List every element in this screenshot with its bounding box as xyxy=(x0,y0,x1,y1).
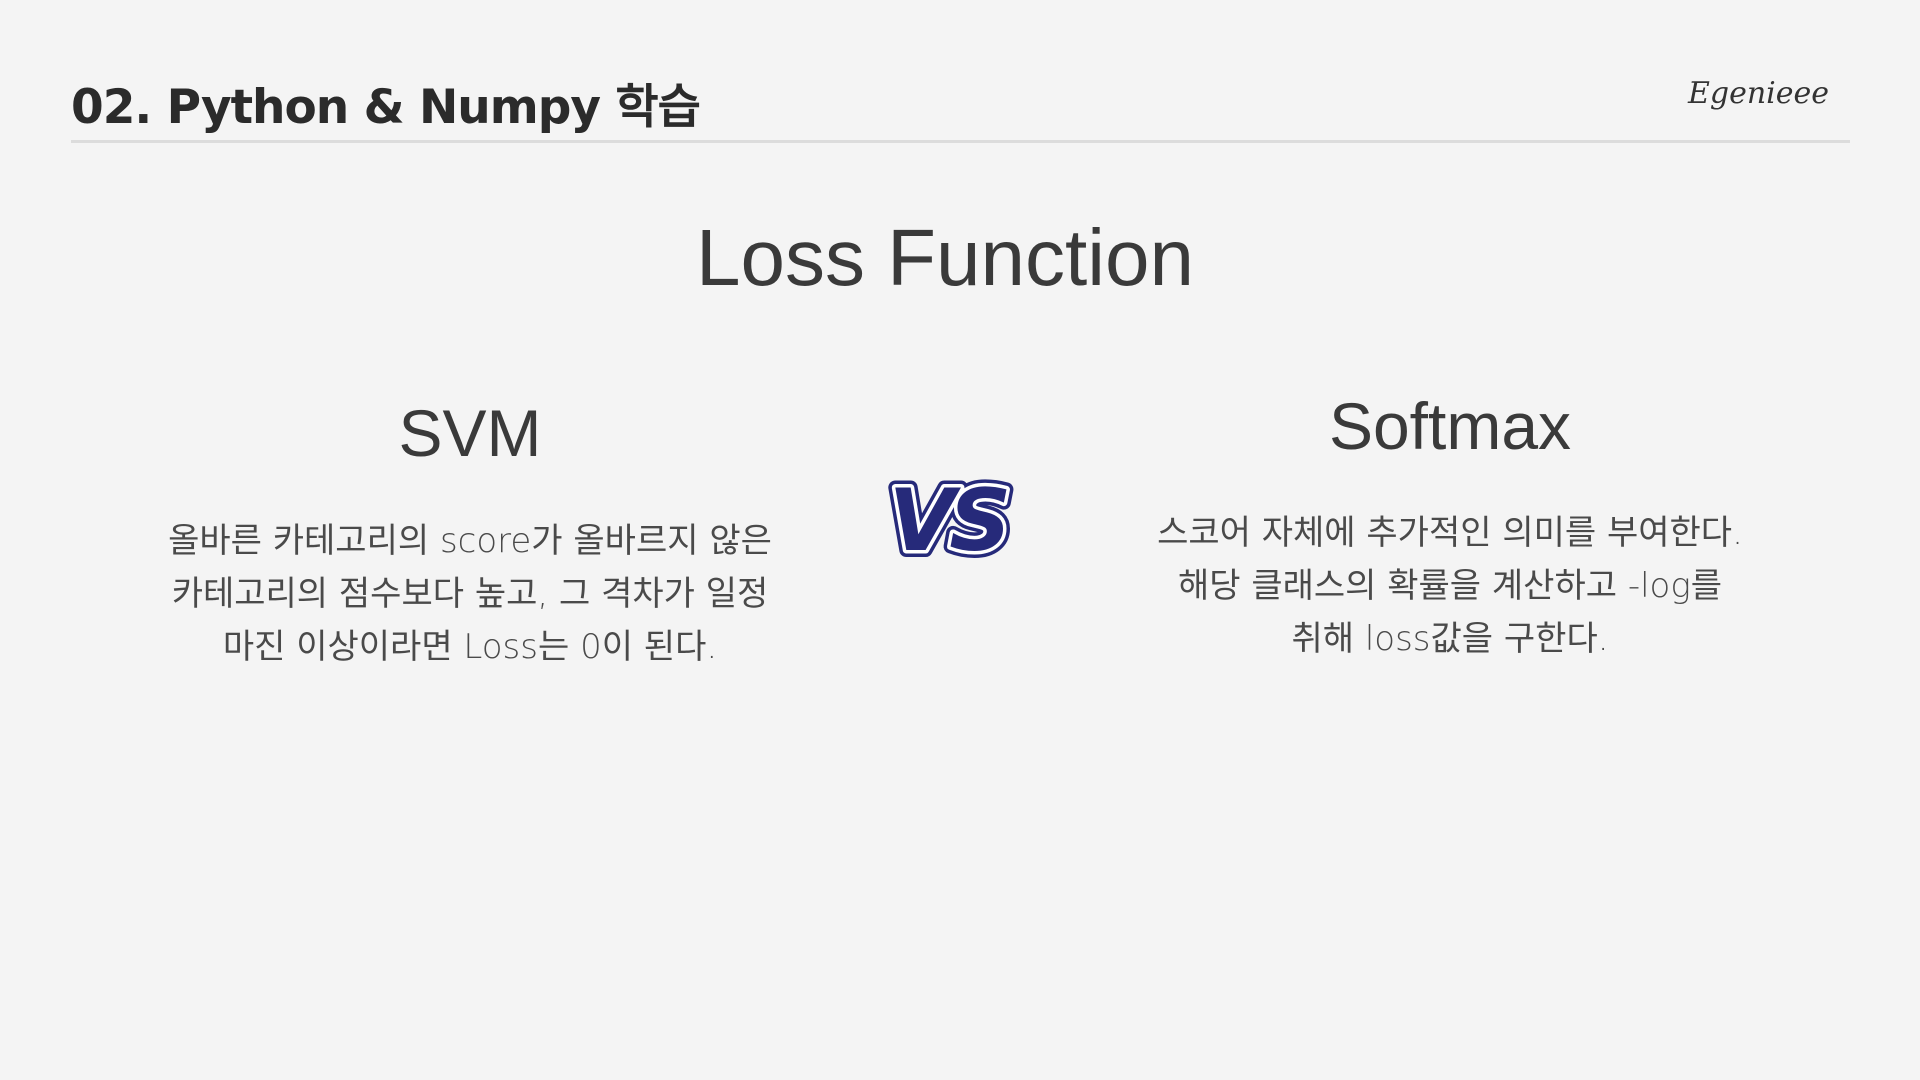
softmax-description-line: 취해 loss값을 구한다. xyxy=(1291,619,1609,659)
brand-logo: Egenieee xyxy=(1688,76,1830,111)
softmax-description: 스코어 자체에 추가적인 의미를 부여한다. 해당 클래스의 확률을 계산하고 … xyxy=(1080,507,1820,666)
svm-heading: SVM xyxy=(398,396,542,470)
svm-description-line: 카테고리의 점수보다 높고, 그 격차가 일정 xyxy=(171,574,769,614)
softmax-heading: Softmax xyxy=(1328,389,1572,463)
softmax-description-line: 해당 클래스의 확률을 계산하고 -log를 xyxy=(1177,566,1723,606)
softmax-description-line: 스코어 자체에 추가적인 의미를 부여한다. xyxy=(1157,513,1743,553)
svm-description: 올바른 카테고리의 score가 올바르지 않은 카테고리의 점수보다 높고, … xyxy=(100,515,840,674)
page-header-title: 02. Python & Numpy 학습 xyxy=(71,80,701,135)
svm-description-line: 올바른 카테고리의 score가 올바르지 않은 xyxy=(168,521,772,561)
vs-text: VS xyxy=(889,471,1008,562)
header-divider xyxy=(71,140,1850,143)
slide-title: Loss Function xyxy=(695,213,1195,302)
svm-description-line: 마진 이상이라면 Loss는 0이 된다. xyxy=(222,627,718,667)
vs-badge: VS VS VS xyxy=(882,470,1015,562)
